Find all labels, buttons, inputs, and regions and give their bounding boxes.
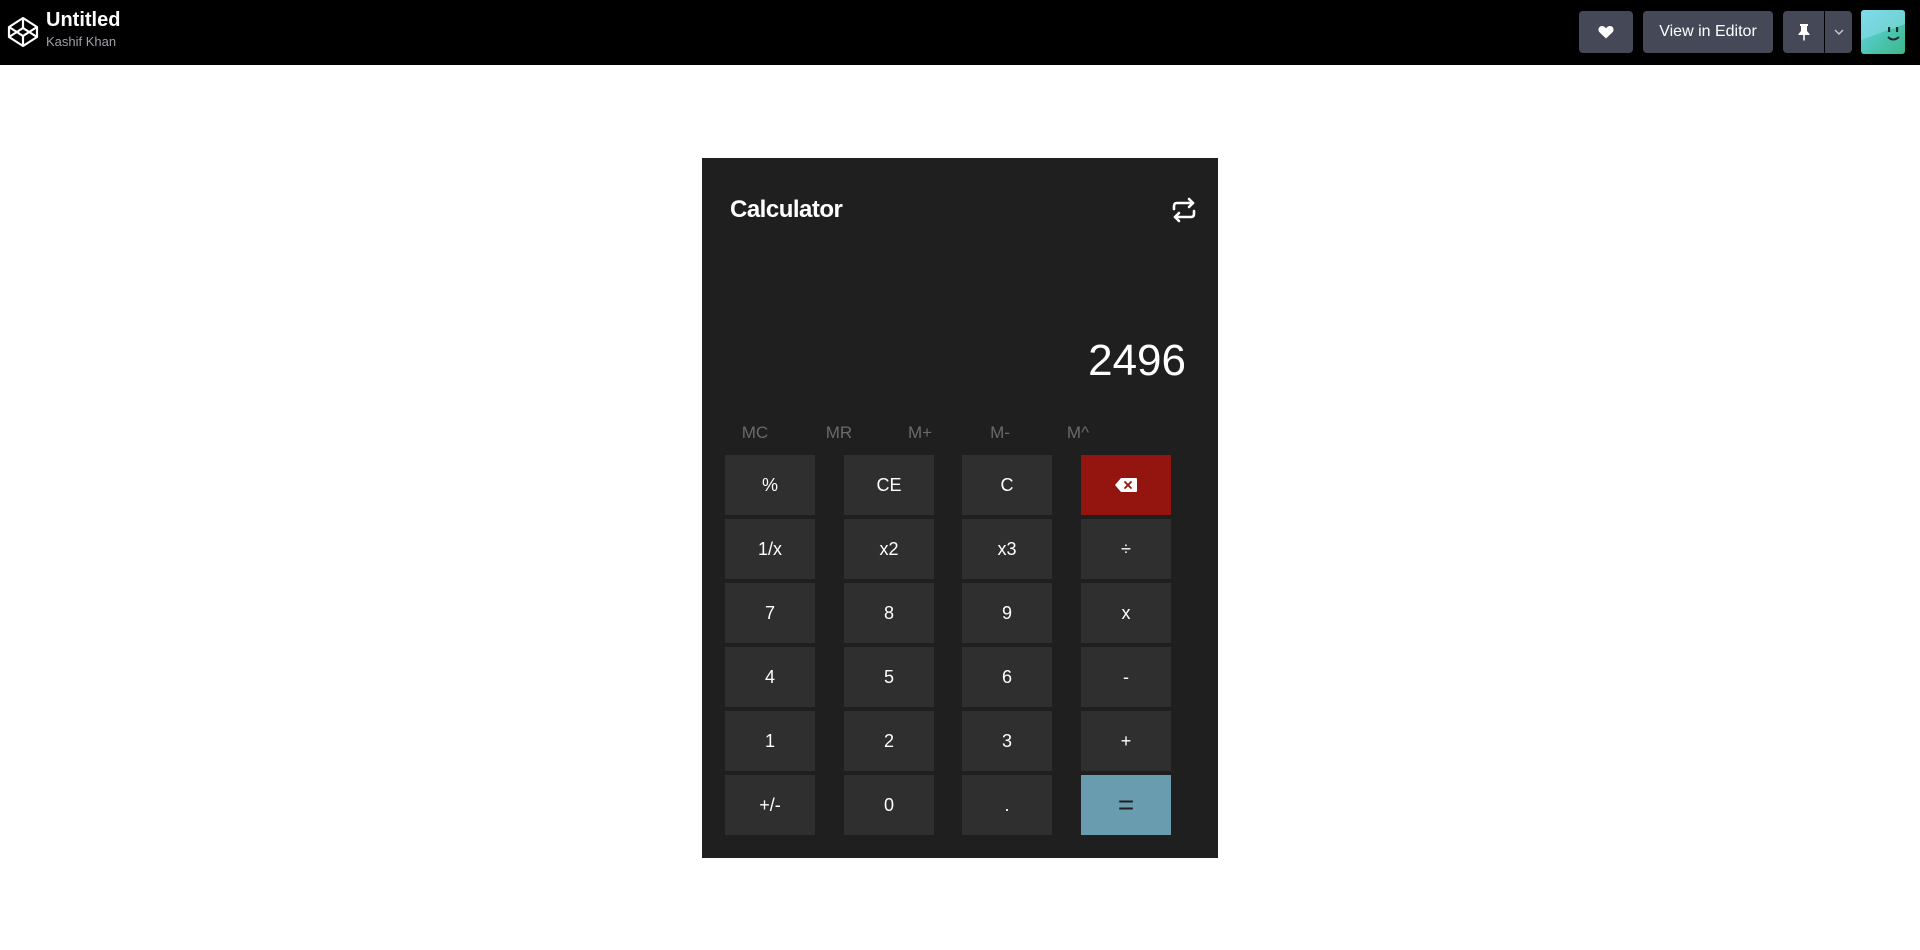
display-value: 2496 xyxy=(1088,336,1186,385)
pin-options-button[interactable] xyxy=(1825,11,1852,53)
chevron-down-icon xyxy=(1834,29,1843,35)
memory-store-button[interactable]: M^ xyxy=(1048,413,1108,453)
clear-button[interactable]: C xyxy=(962,455,1052,515)
digit-0-button[interactable]: 0 xyxy=(844,775,934,835)
add-button[interactable]: + xyxy=(1081,711,1171,771)
backspace-icon xyxy=(1115,478,1137,492)
digit-8-button[interactable]: 8 xyxy=(844,583,934,643)
negate-button[interactable]: +/- xyxy=(725,775,815,835)
heart-icon xyxy=(1598,26,1614,39)
pen-title[interactable]: Untitled xyxy=(46,8,120,32)
memory-row: MC MR M+ M- M^ xyxy=(702,413,1218,453)
cube-button[interactable]: x3 xyxy=(962,519,1052,579)
view-in-editor-button[interactable]: View in Editor xyxy=(1643,11,1773,53)
reciprocal-button[interactable]: 1/x xyxy=(725,519,815,579)
percent-button[interactable]: % xyxy=(725,455,815,515)
heart-button[interactable] xyxy=(1579,11,1633,53)
subtract-button[interactable]: - xyxy=(1081,647,1171,707)
divide-button[interactable]: ÷ xyxy=(1081,519,1171,579)
digit-9-button[interactable]: 9 xyxy=(962,583,1052,643)
decimal-button[interactable]: . xyxy=(962,775,1052,835)
repeat-icon[interactable] xyxy=(1170,196,1198,224)
backspace-button[interactable] xyxy=(1081,455,1171,515)
memory-clear-button[interactable]: MC xyxy=(725,413,785,453)
equals-button[interactable]: = xyxy=(1081,775,1171,835)
memory-recall-button[interactable]: MR xyxy=(809,413,869,453)
codepen-logo-icon[interactable] xyxy=(6,15,40,49)
digit-6-button[interactable]: 6 xyxy=(962,647,1052,707)
pin-icon xyxy=(1798,24,1809,41)
digit-2-button[interactable]: 2 xyxy=(844,711,934,771)
avatar-face-icon xyxy=(1861,10,1905,41)
avatar[interactable] xyxy=(1861,10,1905,54)
pin-button[interactable] xyxy=(1783,11,1824,53)
memory-add-button[interactable]: M+ xyxy=(890,413,950,453)
digit-1-button[interactable]: 1 xyxy=(725,711,815,771)
square-button[interactable]: x2 xyxy=(844,519,934,579)
memory-subtract-button[interactable]: M- xyxy=(970,413,1030,453)
pen-author[interactable]: Kashif Khan xyxy=(46,34,120,50)
digit-7-button[interactable]: 7 xyxy=(725,583,815,643)
pen-title-block: Untitled Kashif Khan xyxy=(46,8,120,50)
top-bar: Untitled Kashif Khan View in Editor xyxy=(0,0,1920,65)
digit-3-button[interactable]: 3 xyxy=(962,711,1052,771)
digit-4-button[interactable]: 4 xyxy=(725,647,815,707)
calculator-title: Calculator xyxy=(730,196,843,223)
clear-entry-button[interactable]: CE xyxy=(844,455,934,515)
digit-5-button[interactable]: 5 xyxy=(844,647,934,707)
multiply-button[interactable]: x xyxy=(1081,583,1171,643)
calculator: Calculator 2496 MC MR M+ M- M^ % CE C 1/… xyxy=(702,158,1218,858)
